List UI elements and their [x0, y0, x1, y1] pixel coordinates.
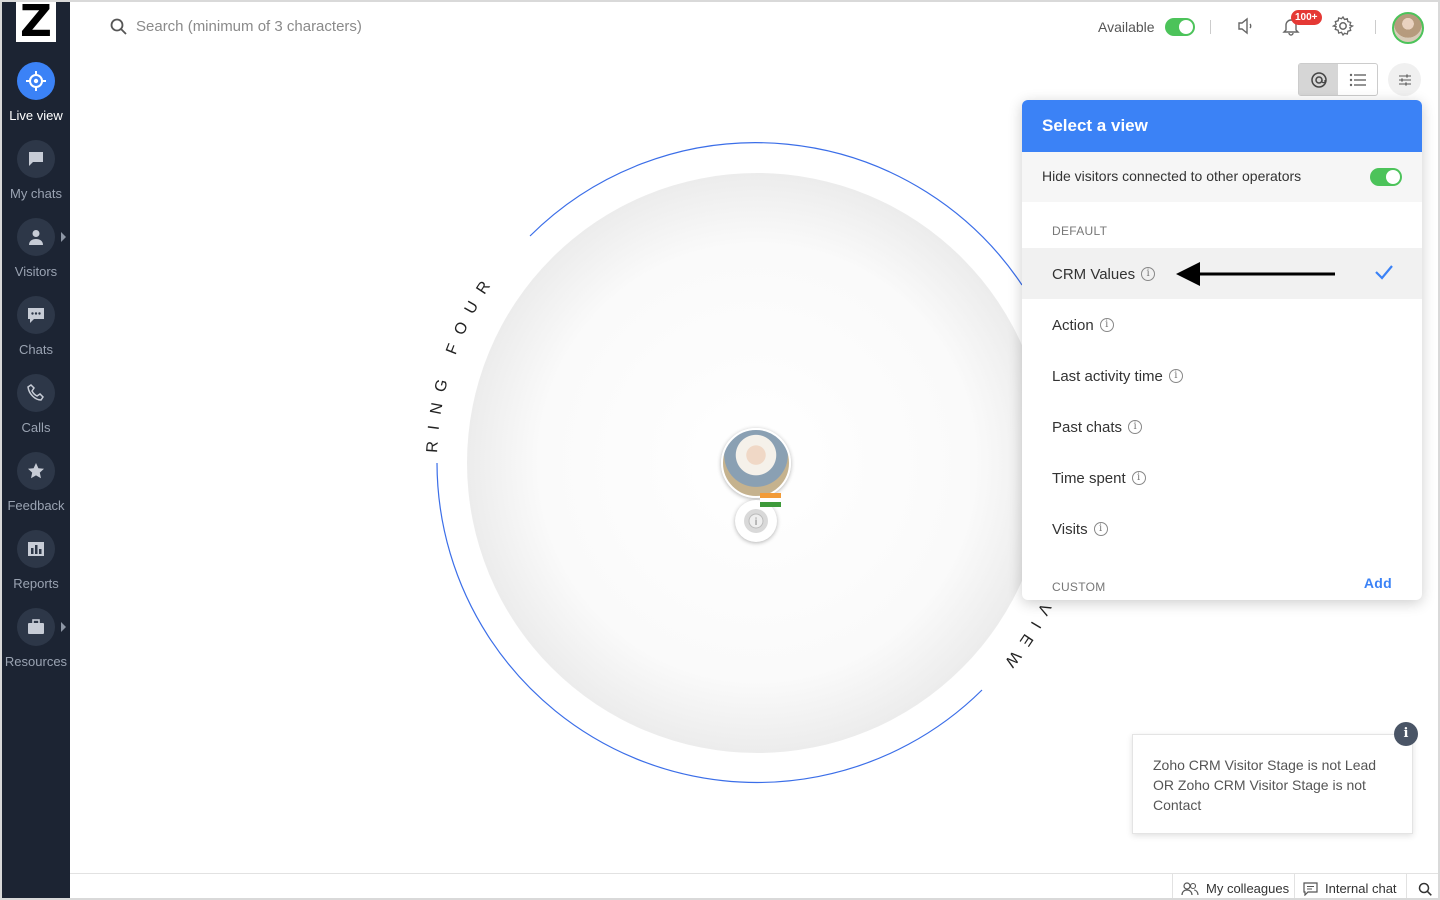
- sidebar-item-label: Reports: [13, 576, 59, 591]
- filter-info-text: Zoho CRM Visitor Stage is not Lead OR Zo…: [1153, 757, 1377, 813]
- sidebar-item-visitors[interactable]: Visitors: [2, 218, 70, 294]
- view-option-last-activity-time[interactable]: Last activity time i: [1022, 350, 1422, 401]
- briefcase-icon: [17, 608, 55, 646]
- checkmark-icon: [1375, 265, 1393, 280]
- india-flag-icon: [760, 493, 781, 507]
- option-label: Last activity time: [1052, 367, 1163, 385]
- user-avatar[interactable]: [1392, 12, 1424, 44]
- gear-icon[interactable]: [1331, 14, 1355, 38]
- sidebar-item-calls[interactable]: Calls: [2, 374, 70, 450]
- info-icon[interactable]: i: [1141, 267, 1156, 282]
- view-switch: [1298, 63, 1378, 96]
- live-view-icon: [17, 62, 55, 100]
- option-label: Action: [1052, 316, 1094, 334]
- sidebar-item-label: Resources: [4, 654, 68, 669]
- visitor-avatar[interactable]: [721, 428, 791, 498]
- people-icon: [1181, 881, 1199, 895]
- expand-caret-icon[interactable]: [61, 622, 66, 632]
- speaker-icon[interactable]: [1234, 14, 1258, 38]
- sidebar-item-label: My chats: [9, 186, 62, 201]
- chat-bubble-icon: [17, 140, 55, 178]
- notification-badge: 100+: [1291, 10, 1322, 25]
- list-view-button[interactable]: [1338, 64, 1377, 95]
- my-colleagues-button[interactable]: My colleagues: [1172, 874, 1294, 898]
- section-default: DEFAULT: [1052, 224, 1108, 238]
- person-icon: [17, 218, 55, 256]
- info-icon[interactable]: i: [1099, 318, 1114, 333]
- sidebar: Z Live view My chats Visitors Chats Call…: [2, 2, 70, 898]
- bar-chart-icon: [17, 530, 55, 568]
- sidebar-item-label: Chats: [19, 342, 53, 357]
- sidebar-item-chats[interactable]: Chats: [2, 296, 70, 372]
- view-option-past-chats[interactable]: Past chats i: [1022, 401, 1422, 452]
- internal-chat-label: Internal chat: [1325, 880, 1397, 896]
- chats-icon: [17, 296, 55, 334]
- search-icon[interactable]: [110, 18, 127, 40]
- hide-visitors-toggle[interactable]: [1370, 168, 1402, 186]
- star-icon: [17, 452, 55, 490]
- availability-toggle[interactable]: [1165, 18, 1195, 36]
- sidebar-item-label: Visitors: [14, 264, 58, 279]
- expand-caret-icon[interactable]: [61, 232, 66, 242]
- select-view-dropdown: Select a view Hide visitors connected to…: [1022, 100, 1422, 600]
- search-icon: [1418, 882, 1432, 896]
- search-input[interactable]: Search (minimum of 3 characters): [136, 18, 362, 35]
- sidebar-item-my-chats[interactable]: My chats: [2, 140, 70, 216]
- availability-label: Available: [1098, 19, 1155, 35]
- hide-visitors-row: Hide visitors connected to other operato…: [1022, 152, 1422, 202]
- info-icon[interactable]: i: [1093, 522, 1108, 537]
- option-label: CRM Values: [1052, 265, 1136, 283]
- info-icon[interactable]: i: [1128, 420, 1143, 435]
- info-icon[interactable]: i: [1131, 471, 1146, 486]
- sidebar-item-feedback[interactable]: Feedback: [2, 452, 70, 528]
- option-label: Time spent: [1052, 469, 1126, 487]
- arrow-annotation-icon: [1176, 262, 1335, 286]
- filter-settings-button[interactable]: [1388, 63, 1421, 96]
- info-icon[interactable]: i: [1168, 369, 1183, 384]
- info-icon[interactable]: i: [1394, 722, 1418, 746]
- ring-view-button[interactable]: [1299, 64, 1338, 95]
- hide-visitors-label: Hide visitors connected to other operato…: [1042, 168, 1302, 184]
- view-option-visits[interactable]: Visits i: [1022, 503, 1422, 554]
- svg-text:i: i: [755, 517, 758, 528]
- bottom-bar: My colleagues Internal chat: [70, 873, 1438, 898]
- browser-icon: i: [744, 509, 768, 533]
- sliders-icon: [1398, 74, 1411, 85]
- sidebar-item-reports[interactable]: Reports: [2, 530, 70, 606]
- option-label: Past chats: [1052, 418, 1123, 436]
- view-option-action[interactable]: Action i: [1022, 299, 1422, 350]
- chat-icon: [1303, 881, 1318, 896]
- phone-icon: [17, 374, 55, 412]
- dropdown-title: Select a view: [1022, 100, 1422, 152]
- internal-chat-button[interactable]: Internal chat: [1294, 874, 1406, 898]
- app-logo[interactable]: Z: [16, 2, 56, 44]
- view-option-time-spent[interactable]: Time spent i: [1022, 452, 1422, 503]
- app-window: Z Live view My chats Visitors Chats Call…: [0, 0, 1440, 900]
- sidebar-item-label: Feedback: [7, 498, 65, 513]
- option-label: Visits: [1052, 520, 1088, 538]
- my-colleagues-label: My colleagues: [1206, 880, 1290, 896]
- add-custom-view-button[interactable]: Add: [1364, 575, 1392, 591]
- filter-info-card: Zoho CRM Visitor Stage is not Lead OR Zo…: [1132, 734, 1413, 834]
- bottom-search-button[interactable]: [1406, 874, 1438, 898]
- sidebar-item-label: Live view: [9, 108, 63, 123]
- sidebar-item-resources[interactable]: Resources: [2, 608, 70, 684]
- view-option-crm-values[interactable]: CRM Values i: [1022, 248, 1422, 299]
- section-custom: CUSTOM Add: [1052, 575, 1392, 594]
- sidebar-item-live-view[interactable]: Live view: [2, 62, 70, 138]
- sidebar-item-label: Calls: [21, 420, 51, 435]
